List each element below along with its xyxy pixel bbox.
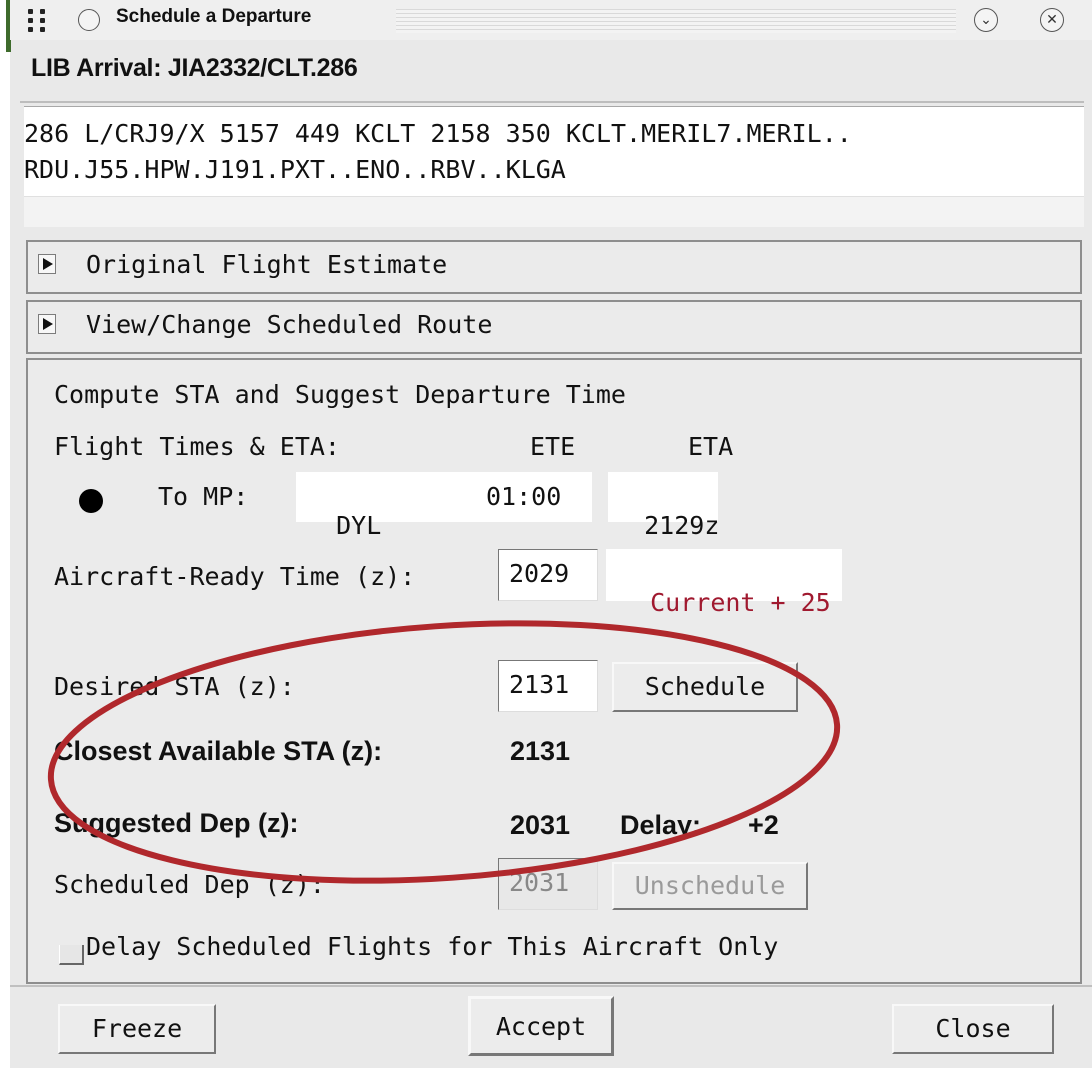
- closest-sta-label: Closest Available STA (z):: [54, 736, 383, 766]
- arrival-label: LIB Arrival: JIA2332/CLT.286: [31, 54, 358, 82]
- header-divider: [20, 101, 1084, 103]
- suggested-dep-label: Suggested Dep (z):: [54, 808, 299, 838]
- desired-sta-input[interactable]: 2131: [498, 660, 598, 712]
- delay-checkbox-label[interactable]: Delay Scheduled Flights for This Aircraf…: [86, 932, 778, 961]
- close-window-icon[interactable]: ✕: [1040, 8, 1064, 32]
- schedule-button[interactable]: Schedule: [612, 662, 798, 712]
- freeze-button[interactable]: Freeze: [58, 1004, 216, 1054]
- eta-value: 2129z: [644, 511, 720, 540]
- suggested-dep-value: 2031: [510, 810, 571, 840]
- desired-sta-label: Desired STA (z):: [54, 672, 295, 701]
- section-original-flight-estimate[interactable]: Original Flight Estimate: [26, 240, 1082, 294]
- delay-checkbox[interactable]: [59, 945, 84, 965]
- footer-divider: [10, 985, 1092, 987]
- window-title: Schedule a Departure: [116, 6, 312, 27]
- minimize-icon[interactable]: ⌄: [974, 8, 998, 32]
- aircraft-ready-label: Aircraft-Ready Time (z):: [54, 562, 416, 591]
- ete-value: 01:00: [486, 482, 562, 511]
- to-mp-label: To MP:: [158, 482, 249, 511]
- accept-button[interactable]: Accept: [468, 996, 614, 1056]
- flight-times-label: Flight Times & ETA:: [54, 432, 340, 461]
- route-area-footer: [24, 196, 1084, 227]
- ete-column-header: ETE: [530, 432, 576, 461]
- expand-triangle-icon[interactable]: [38, 254, 56, 274]
- eta-value-box: 2129z: [608, 472, 719, 540]
- closest-sta-value: 2131: [510, 736, 571, 766]
- expand-triangle-icon[interactable]: [38, 314, 56, 334]
- unschedule-button[interactable]: Unschedule: [612, 862, 808, 910]
- drag-grip-icon[interactable]: [28, 9, 52, 35]
- scheduled-dep-label: Scheduled Dep (z):: [54, 870, 325, 899]
- section-label: Original Flight Estimate: [86, 250, 448, 279]
- close-button[interactable]: Close: [892, 1004, 1054, 1054]
- delay-label: Delay:: [620, 810, 702, 840]
- route-line-2: RDU.J55.HPW.J191.PXT..ENO..RBV..KLGA: [24, 155, 566, 184]
- compute-heading: Compute STA and Suggest Departure Time: [54, 380, 626, 409]
- title-bar-texture: [396, 9, 956, 33]
- scheduled-dep-field: 2031: [498, 858, 598, 910]
- radio-button-selected[interactable]: [79, 489, 103, 513]
- section-label: View/Change Scheduled Route: [86, 310, 493, 339]
- window-menu-icon[interactable]: [78, 9, 100, 31]
- current-offset-text: Current + 25: [650, 588, 831, 617]
- mp-name: DYL: [336, 511, 382, 540]
- eta-column-header: ETA: [688, 432, 734, 461]
- aircraft-ready-input[interactable]: 2029: [498, 549, 598, 601]
- section-view-change-route[interactable]: View/Change Scheduled Route: [26, 300, 1082, 354]
- current-offset-box: Current + 25: [606, 549, 842, 617]
- delay-value: +2: [748, 810, 779, 840]
- route-line-1: 286 L/CRJ9/X 5157 449 KCLT 2158 350 KCLT…: [24, 119, 852, 148]
